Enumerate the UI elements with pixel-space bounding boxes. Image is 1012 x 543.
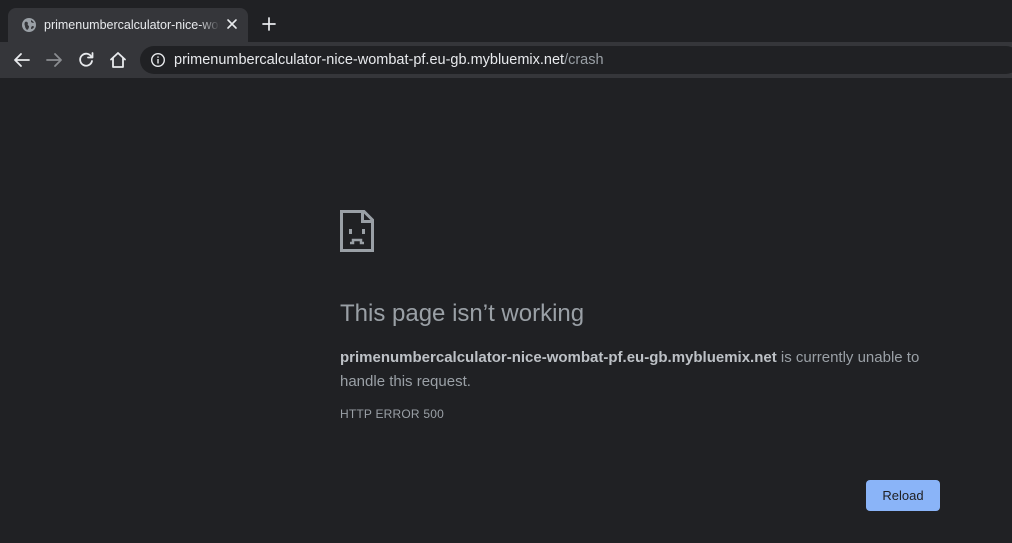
info-icon[interactable]: [150, 52, 166, 68]
arrow-left-icon[interactable]: [12, 50, 32, 70]
tab-title: primenumbercalculator-nice-wombat-pf.eu-…: [44, 18, 220, 32]
home-icon[interactable]: [108, 50, 128, 70]
url-path: /crash: [564, 52, 604, 68]
error-host: primenumbercalculator-nice-wombat-pf.eu-…: [340, 349, 777, 366]
close-icon[interactable]: [224, 16, 240, 32]
arrow-right-icon[interactable]: [44, 50, 64, 70]
reload-button[interactable]: Reload: [866, 480, 940, 511]
error-page: This page isn’t working primenumbercalcu…: [0, 78, 1012, 543]
url-text[interactable]: primenumbercalculator-nice-wombat-pf.eu-…: [174, 52, 604, 70]
plus-icon[interactable]: [260, 15, 278, 33]
error-code: HTTP ERROR 500: [340, 407, 444, 421]
address-bar[interactable]: primenumbercalculator-nice-wombat-pf.eu-…: [140, 46, 1012, 74]
browser-tab[interactable]: primenumbercalculator-nice-wombat-pf.eu-…: [8, 8, 248, 42]
error-description: primenumbercalculator-nice-wombat-pf.eu-…: [340, 346, 940, 394]
globe-icon: [22, 18, 36, 32]
tab-strip: primenumbercalculator-nice-wombat-pf.eu-…: [0, 0, 1012, 42]
url-host: primenumbercalculator-nice-wombat-pf.eu-…: [174, 52, 565, 68]
refresh-icon[interactable]: [76, 50, 96, 70]
browser-toolbar: primenumbercalculator-nice-wombat-pf.eu-…: [0, 42, 1012, 78]
sad-page-icon: [340, 210, 374, 252]
error-title: This page isn’t working: [340, 300, 585, 327]
